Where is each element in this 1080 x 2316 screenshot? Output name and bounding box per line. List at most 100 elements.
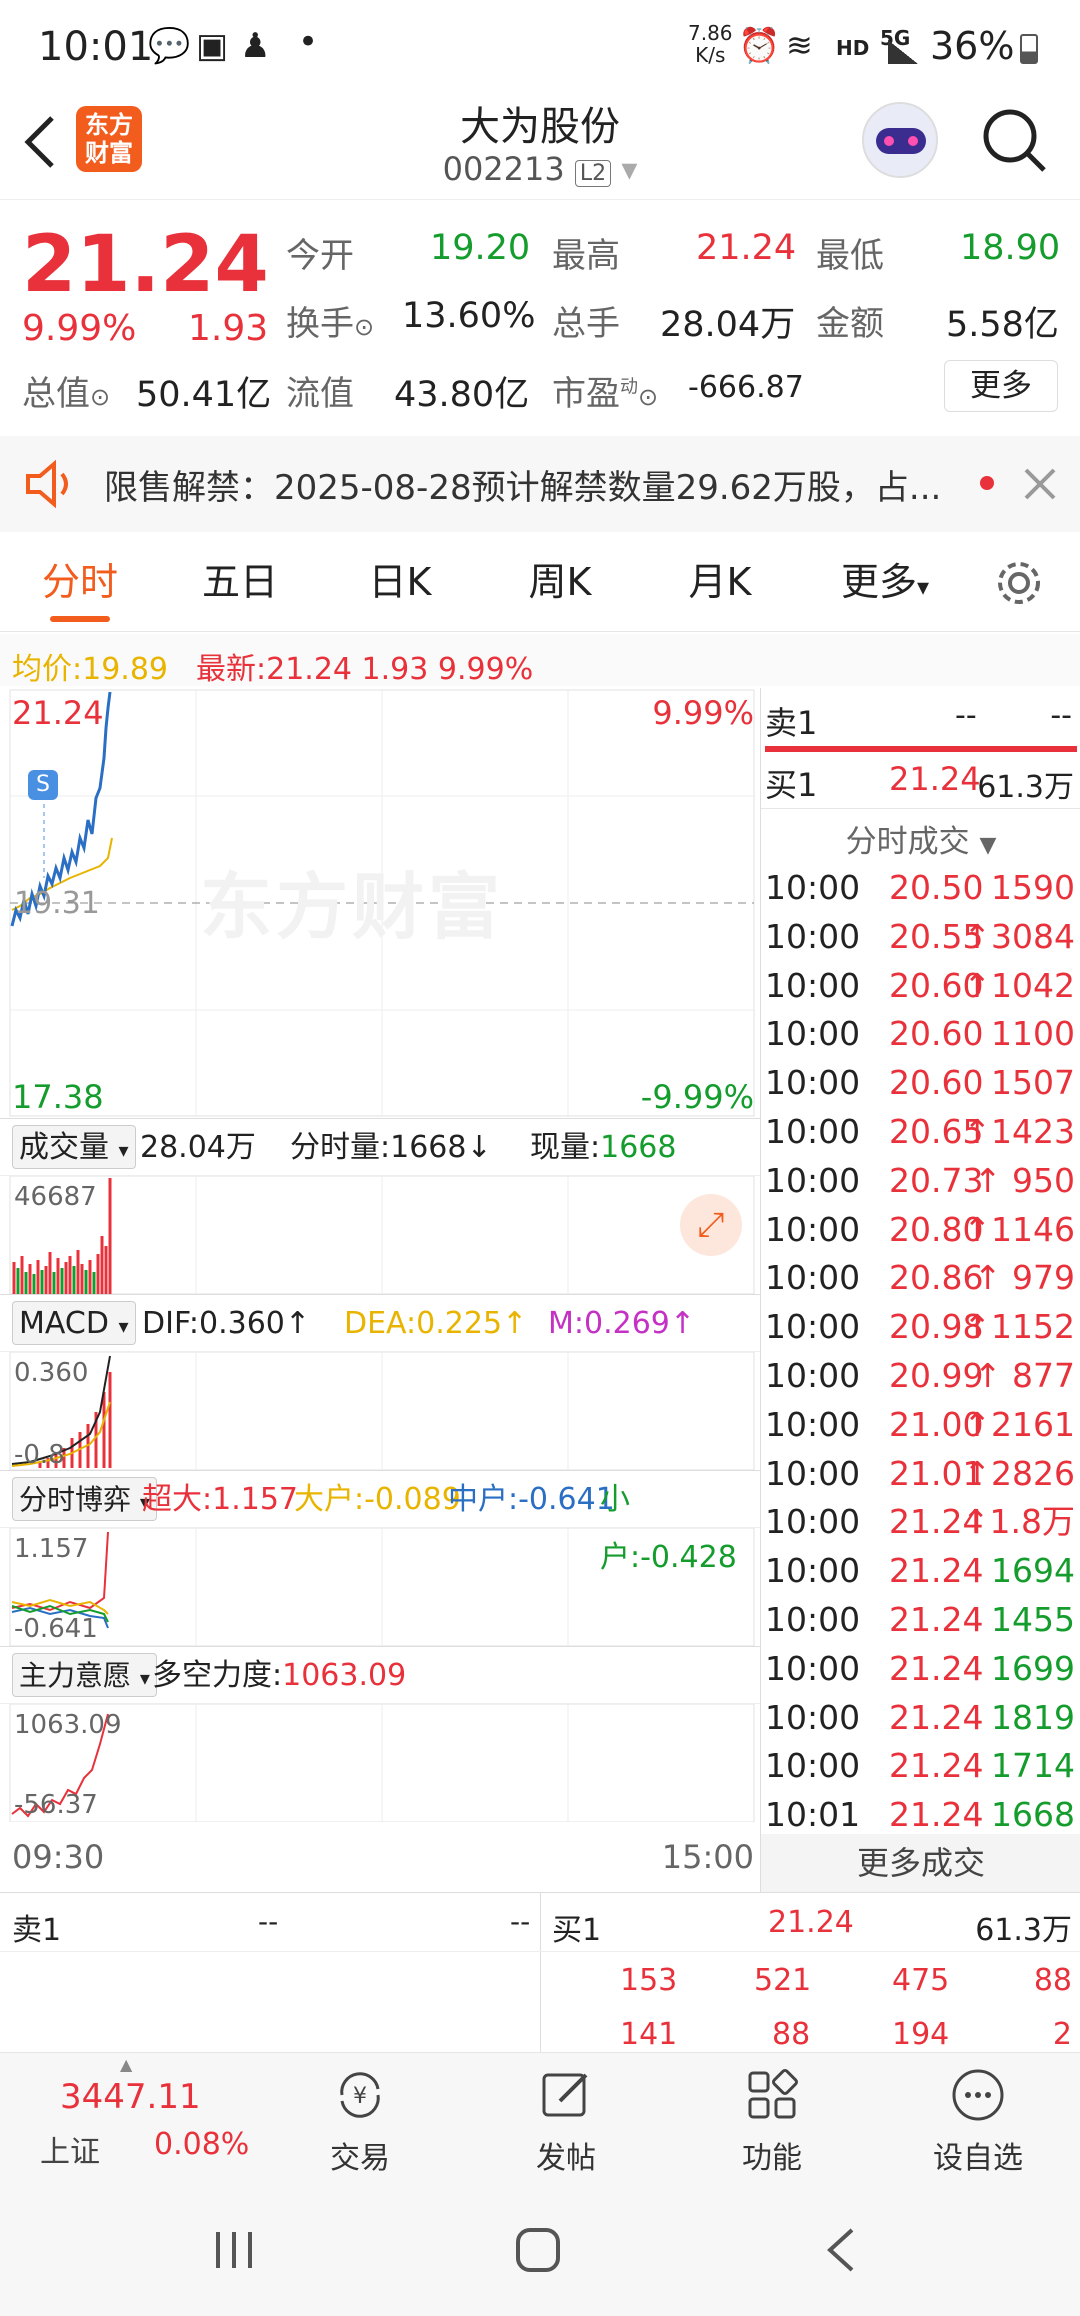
trade-row: 10:00 21.24 1699 [765,1648,1075,1688]
trade-row: 10:00 21.24 1455 [765,1600,1075,1639]
turnover-label: 换手⊙ [286,304,375,344]
sell1-label: 卖1 [765,704,818,742]
game-top-value: 1.157 [14,1534,89,1564]
high-value: 21.24 [696,228,797,268]
nav-add-watchlist[interactable]: 设自选 [908,2053,1048,2183]
chart-bottom-pct: -9.99% [640,1078,754,1116]
intent-top-value: 1063.09 [14,1710,122,1740]
alarm-icon: ⏰ [738,26,781,66]
macd-bottom-value: -0.8 [14,1440,65,1470]
nav-trade[interactable]: ¥ 交易 [290,2053,430,2183]
high-label: 最高 [552,236,620,276]
yuan-exchange-icon: ¥ [340,2072,380,2118]
current-price: 21.24 [22,220,269,310]
volume-label: 总手 [552,304,620,344]
mid-holder: 中户:-0.641 [448,1482,615,1517]
speaker-icon [26,460,68,508]
change-amount: 1.93 [188,308,269,349]
tab-monthly-k[interactable]: 月K [640,532,800,632]
nav-post[interactable]: 发帖 [496,2053,636,2183]
open-label: 今开 [286,236,354,276]
index-name: 上证 [40,2135,100,2170]
change-percent: 9.99% [22,308,137,349]
signal-marker[interactable]: S [28,770,58,800]
nav-function[interactable]: 功能 [702,2053,842,2183]
grid-icon [748,2069,798,2119]
pe-value: -666.87 [688,370,804,405]
trade-row: 10:00 20.73 ↑ 950 [765,1160,1075,1200]
more-circle-icon [952,2069,1004,2121]
trade-row: 10:00 20.86 ↑ 979 [765,1258,1075,1298]
index-pct: 0.08% [154,2127,250,2162]
gallery-icon: ▣ [196,26,229,66]
notice-text: 限售解禁：2025-08-28预计解禁数量29.62万股，占... [104,468,942,508]
buy1-label: 买1 [765,766,818,804]
low-label: 最低 [816,236,884,276]
trade-row: 10:00 20.60 ↑1042 [765,965,1075,1005]
ob-buy1-volume: 61.3万 [975,1913,1072,1948]
system-nav-bar [0,2182,1080,2316]
more-button[interactable]: 更多 [944,360,1058,412]
intraday-chart-area[interactable]: 东方财富 S 21.24 9.99% 19.31 17.38 -9.99% 成交… [0,688,760,1892]
app-logo: 东方 财富 [76,106,142,172]
open-value: 19.20 [430,228,531,268]
mktcap-label: 总值⊙ [22,374,111,414]
info-icon: ⊙ [354,313,375,341]
info-icon: ⊙ [638,383,659,411]
edit-icon [542,2073,588,2117]
close-icon[interactable] [1020,464,1060,504]
index-ticker[interactable]: ▲ 3447.11 上证 0.08% [0,2053,260,2183]
ob-sell1-label: 卖1 [12,1913,62,1948]
buy1-volume: 61.3万 [977,770,1074,805]
ob-sell1-price: -- [258,1905,279,1938]
super-large: 超大:1.157 [142,1482,298,1517]
trade-row: 10:00 20.60 1507 [765,1063,1075,1103]
time-start: 09:30 [12,1838,105,1876]
battery-icon [1020,34,1038,64]
macd-indicator-selector[interactable]: MACD ▾ [12,1301,136,1345]
intent-indicator-selector[interactable]: 主力意愿 ▾ [12,1653,157,1697]
volume-max: 46687 [14,1182,97,1212]
macd-top-value: 0.360 [14,1358,89,1388]
float-label: 流值 [286,374,354,414]
tab-five-day[interactable]: 五日 [160,532,320,632]
macd-dif: DIF:0.360↑ [142,1306,311,1341]
home-icon[interactable] [514,2226,564,2276]
expand-icon[interactable]: ⤢ [680,1194,742,1256]
back-icon[interactable] [20,112,60,172]
trade-detail-selector[interactable]: 分时成交 ▼ [761,816,1080,861]
index-value: 3447.11 [60,2077,201,2117]
volume-indicator-selector[interactable]: 成交量 ▾ [12,1125,136,1169]
game-panel-header: 分时博弈 ▾ 超大:1.157 大户:-0.089 中户:-0.641 小户:-… [0,1470,760,1575]
trade-row: 10:00 20.60 1100 [765,1014,1075,1054]
back-nav-icon[interactable] [822,2226,862,2276]
hd-indicator: HD [836,36,870,60]
search-icon[interactable] [980,106,1050,176]
notice-bar[interactable]: 限售解禁：2025-08-28预计解禁数量29.62万股，占... [0,436,1080,532]
trade-row: 10:00 20.80 ↑1146 [765,1209,1075,1249]
macd-dea: DEA:0.225↑ [344,1306,528,1341]
unread-dot [980,476,994,490]
ob-buy1-label: 买1 [552,1913,602,1948]
tab-more[interactable]: 更多▾ [800,532,970,632]
order-book: 卖1 -- -- 买1 21.24 61.3万 153 521 475 88 1… [0,1892,1080,2053]
gear-icon[interactable] [994,558,1044,608]
pe-label: 市盈动⊙ [552,374,659,414]
trade-row: 10:00 21.01 ↑2826 [765,1453,1075,1493]
chart-bottom-price: 17.38 [12,1078,104,1116]
large-holder: 大户:-0.089 [294,1482,461,1517]
trade-row: 10:01 21.24 1668 [765,1795,1075,1835]
price-summary-line: 均价:19.89 最新:21.24 1.93 9.99% [0,634,1080,687]
robot-assistant-icon[interactable] [862,102,938,178]
game-indicator-selector[interactable]: 分时博弈 ▾ [12,1477,157,1521]
intent-bottom-value: -56.37 [14,1790,98,1820]
more-trades-button[interactable]: 更多成交 [761,1834,1080,1892]
volume-panel-header: 成交量 ▾ 28.04万 分时量:1668↓ 现量:1668 [0,1118,760,1176]
stock-code-selector[interactable]: 002213 L2 ▾ [340,150,740,188]
ob-sell1-volume: -- [510,1905,531,1938]
tab-daily-k[interactable]: 日K [320,532,480,632]
app-icon: ♟ [240,26,271,66]
tab-weekly-k[interactable]: 周K [480,532,640,632]
bottom-nav: ▲ 3447.11 上证 0.08% ¥ 交易 发帖 功能 设自选 [0,2052,1080,2182]
recent-apps-icon[interactable] [210,2228,260,2272]
